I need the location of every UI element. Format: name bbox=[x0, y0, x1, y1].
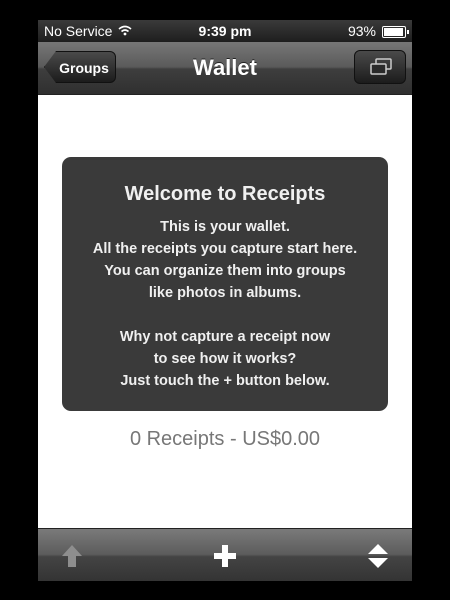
welcome-line: to see how it works? bbox=[153, 351, 297, 367]
navigation-bar: Groups Wallet bbox=[38, 42, 412, 95]
add-receipt-button[interactable] bbox=[203, 529, 247, 581]
switch-button[interactable] bbox=[354, 50, 406, 84]
bottom-toolbar bbox=[38, 528, 412, 581]
welcome-line: Just touch the + button below. bbox=[120, 373, 330, 389]
welcome-line: You can organize them into groups bbox=[104, 263, 346, 279]
sort-button[interactable] bbox=[356, 529, 400, 581]
app-screen: No Service 9:39 pm 93% Groups Wallet Wel… bbox=[38, 20, 412, 581]
welcome-line: All the receipts you capture start here. bbox=[92, 241, 358, 257]
welcome-spacer bbox=[62, 304, 388, 326]
welcome-line: like photos in albums. bbox=[148, 285, 302, 301]
welcome-line: This is your wallet. bbox=[160, 219, 290, 235]
receipts-summary: 0 Receipts - US$0.00 bbox=[129, 428, 321, 450]
sort-icon bbox=[368, 543, 388, 568]
up-button[interactable] bbox=[50, 529, 94, 581]
battery-percent: 93% bbox=[347, 23, 376, 39]
up-arrow-icon bbox=[62, 544, 82, 567]
welcome-line: Why not capture a receipt now bbox=[119, 329, 331, 345]
status-bar: No Service 9:39 pm 93% bbox=[38, 20, 412, 42]
battery-fill bbox=[384, 27, 403, 36]
welcome-card: Welcome to Receipts This is your wallet.… bbox=[62, 157, 388, 411]
wallet-content: Welcome to Receipts This is your wallet.… bbox=[38, 95, 412, 528]
switch-icon bbox=[370, 58, 392, 75]
welcome-title: Welcome to Receipts bbox=[124, 183, 326, 205]
plus-icon bbox=[214, 544, 236, 567]
status-right: 93% bbox=[347, 20, 409, 42]
welcome-body: This is your wallet. All the receipts yo… bbox=[62, 216, 388, 392]
battery-icon bbox=[382, 25, 409, 38]
